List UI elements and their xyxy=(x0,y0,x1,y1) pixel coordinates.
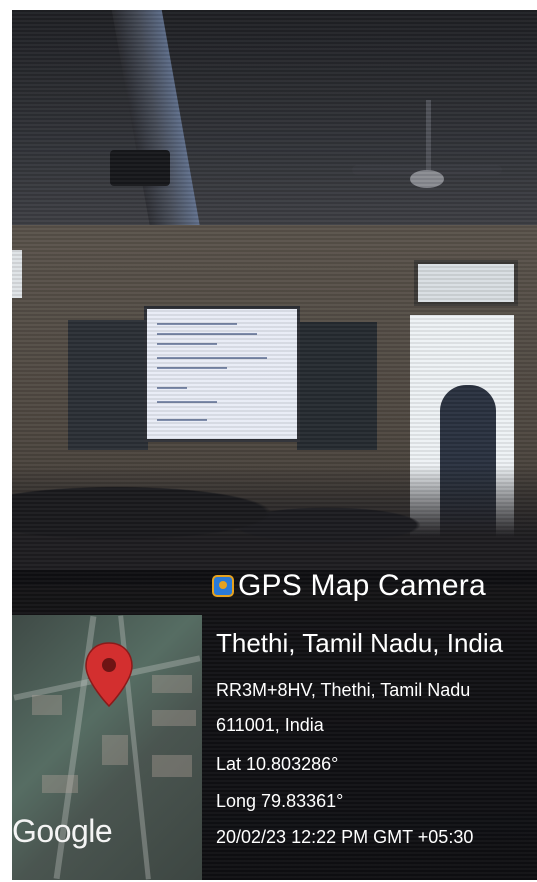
location-title: Thethi, Tamil Nadu, India xyxy=(216,628,504,658)
google-attribution: Google xyxy=(12,813,113,849)
longitude-label: Long 79.83361° xyxy=(216,791,344,811)
timestamp-label: 20/02/23 12:22 PM GMT +05:30 xyxy=(216,827,474,847)
map-pin-icon xyxy=(85,642,133,708)
gps-map-camera-icon xyxy=(212,575,234,597)
latitude-label: Lat 10.803286° xyxy=(216,754,339,774)
address-line-2: 611001, India xyxy=(216,715,324,735)
app-brand: GPS Map Camera xyxy=(212,566,486,606)
app-name: GPS Map Camera xyxy=(238,569,486,602)
address-line-1: RR3M+8HV, Thethi, Tamil Nadu xyxy=(216,680,471,700)
